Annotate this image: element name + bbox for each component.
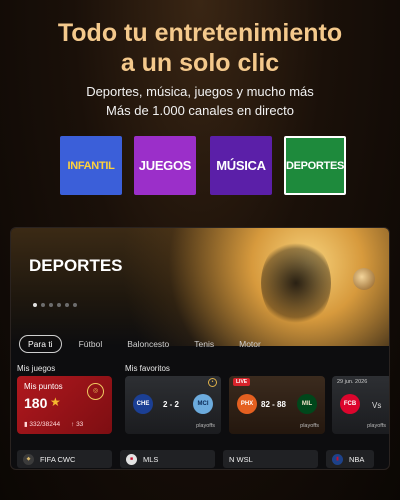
subline-line-1: Deportes, música, juegos y mucho más: [86, 84, 314, 99]
league-label: NBA: [349, 454, 365, 464]
match-vs: Vs: [372, 401, 382, 410]
points-title: Mis puntos: [24, 382, 63, 391]
fifa-cwc-icon: ◆: [23, 453, 34, 465]
league-nwsl[interactable]: N WSL: [223, 450, 318, 468]
section-my-games: Mis juegos: [17, 364, 56, 373]
carousel-dot[interactable]: [65, 303, 69, 307]
tab-baloncesto[interactable]: Baloncesto: [119, 336, 177, 352]
suns-logo-icon: PHX: [237, 394, 257, 414]
points-value: 180: [24, 395, 48, 411]
category-juegos[interactable]: JUEGOS: [134, 136, 196, 195]
subline-line-2: Más de 1.000 canales en directo: [106, 103, 294, 118]
match-date: 29 jun. 2026: [337, 379, 368, 385]
tab-futbol[interactable]: Fútbol: [71, 336, 111, 352]
bucks-logo-icon: MIL: [297, 394, 317, 414]
tab-tenis[interactable]: Tenis: [186, 336, 222, 352]
sport-tabs: Para ti Fútbol Baloncesto Tenis Motor: [19, 335, 278, 353]
chelsea-crest-icon: CHE: [133, 394, 153, 414]
match-tag: playoffs: [367, 423, 386, 429]
medal-icon: ◎: [87, 383, 104, 400]
category-deportes[interactable]: DEPORTES: [284, 136, 346, 195]
match-card[interactable]: • CHE 2 - 2 MCI playoffs: [125, 376, 221, 434]
category-musica[interactable]: MÚSICA: [210, 136, 272, 195]
carousel-dot[interactable]: [41, 303, 45, 307]
points-progress: ▮ 332/38244: [24, 421, 61, 428]
league-nba[interactable]: ▮ NBA: [326, 450, 374, 468]
tab-para-ti[interactable]: Para ti: [19, 335, 62, 353]
league-mls[interactable]: ■ MLS: [120, 450, 215, 468]
section-my-favorites: Mis favoritos: [125, 364, 170, 373]
match-card[interactable]: 29 jun. 2026 FCB Vs playoffs: [332, 376, 389, 434]
match-score: 2 - 2: [163, 400, 180, 409]
live-badge: LIVE: [233, 378, 251, 386]
favorite-icon: •: [208, 378, 217, 387]
carousel-dot[interactable]: [73, 303, 77, 307]
hero-ball-image: [353, 268, 375, 290]
man-city-crest-icon: MCI: [193, 394, 213, 414]
category-infantil[interactable]: INFANTIL: [60, 136, 122, 195]
tab-motor[interactable]: Motor: [231, 336, 269, 352]
points-extra: ↑ 33: [71, 421, 84, 428]
league-fifa-cwc[interactable]: ◆ FIFA CWC: [17, 450, 112, 468]
hero-player-image: [261, 238, 331, 328]
carousel-dot[interactable]: [33, 303, 37, 307]
star-icon: ★: [50, 395, 61, 409]
subline: Deportes, música, juegos y mucho más Más…: [0, 82, 400, 120]
match-tag: playoffs: [300, 423, 319, 429]
match-score: 82 - 88: [261, 400, 286, 409]
league-label: MLS: [143, 454, 159, 464]
league-label: N WSL: [229, 454, 253, 464]
match-tag: playoffs: [196, 423, 215, 429]
carousel-dots[interactable]: [33, 303, 77, 307]
bayern-crest-icon: FCB: [340, 394, 360, 414]
category-tiles: INFANTIL JUEGOS MÚSICA DEPORTES: [60, 136, 346, 195]
carousel-dot[interactable]: [49, 303, 53, 307]
hero-banner[interactable]: DEPORTES: [11, 228, 389, 346]
mls-icon: ■: [126, 453, 137, 465]
league-label: FIFA CWC: [40, 454, 76, 464]
league-row: ◆ FIFA CWC ■ MLS N WSL ▮ NBA: [17, 450, 374, 468]
carousel-dot[interactable]: [57, 303, 61, 307]
points-card[interactable]: Mis puntos 180 ★ ◎ ▮ 332/38244 ↑ 33: [17, 376, 112, 434]
headline: Todo tu entretenimiento a un solo clic: [0, 18, 400, 78]
headline-line-2: a un solo clic: [120, 49, 280, 77]
match-card[interactable]: LIVE PHX 82 - 88 MIL playoffs: [229, 376, 325, 434]
headline-line-1: Todo tu entretenimiento: [57, 19, 343, 47]
hero-title: DEPORTES: [29, 256, 123, 275]
nba-icon: ▮: [332, 453, 343, 465]
tv-screen-preview: DEPORTES Para ti Fútbol Baloncesto Tenis…: [10, 227, 390, 470]
